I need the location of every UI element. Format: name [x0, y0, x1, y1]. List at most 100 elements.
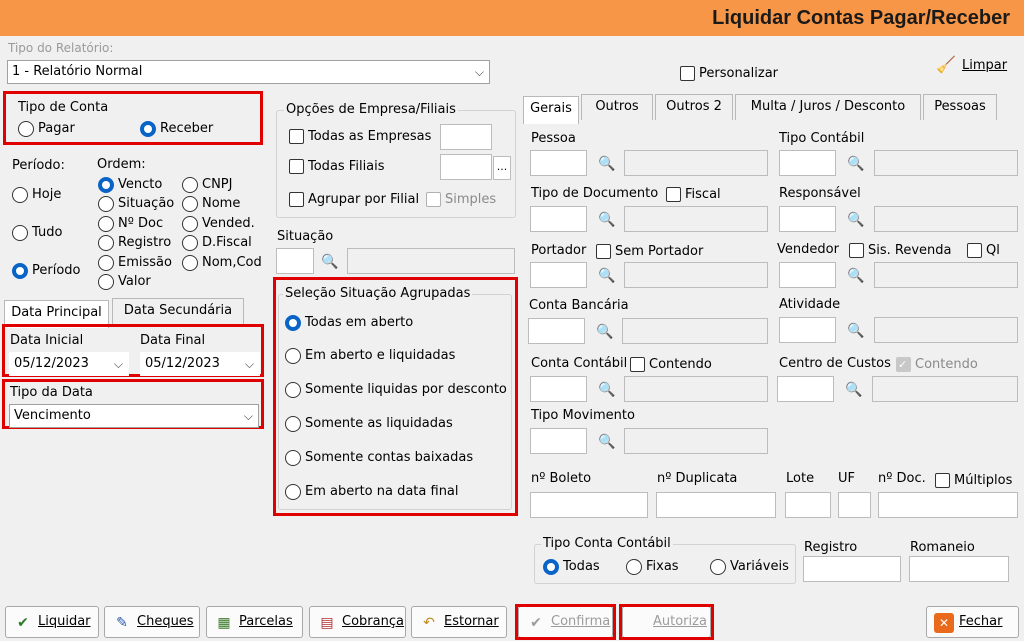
tab-gerais[interactable]: Gerais [523, 96, 579, 124]
multiplos-checkbox[interactable]: Múltiplos [935, 472, 1012, 490]
radio-hoje[interactable]: Hoje [12, 186, 61, 204]
window-title: Liquidar Contas Pagar/Receber [712, 7, 1010, 29]
data-inicial-input[interactable]: 05/12/2023 ⌵ [9, 352, 129, 376]
radio-ordem-vencto[interactable]: Vencto [98, 176, 162, 194]
radio-selecao-1[interactable]: Em aberto e liquidadas [285, 347, 455, 365]
responsavel-code-input[interactable] [779, 206, 836, 232]
radio-selecao-4[interactable]: Somente contas baixadas [285, 449, 473, 467]
radio-selecao-3[interactable]: Somente as liquidadas [285, 415, 453, 433]
radio-selecao-5[interactable]: Em aberto na data final [285, 483, 459, 501]
binoculars-icon[interactable]: 🔍 [596, 210, 618, 230]
binoculars-icon[interactable]: 🔍 [845, 321, 867, 341]
contendo-checkbox[interactable]: Contendo [630, 356, 712, 374]
empresa-input[interactable] [440, 124, 492, 150]
tab-pessoas[interactable]: Pessoas [923, 94, 997, 120]
radio-variaveis[interactable]: Variáveis [710, 558, 789, 576]
n-duplicata-input[interactable] [656, 492, 776, 518]
vendedor-code-input[interactable] [779, 262, 836, 288]
uf-input[interactable] [838, 492, 871, 518]
liquidar-button[interactable]: ✔ Liquidar [5, 606, 99, 638]
radio-selecao-2[interactable]: Somente liquidas por desconto [285, 381, 507, 399]
tab-data-secundaria[interactable]: Data Secundária [112, 298, 244, 324]
personalizar-checkbox[interactable]: Personalizar [680, 65, 778, 83]
tab-outros-2[interactable]: Outros 2 [655, 94, 733, 120]
n-doc-input[interactable] [878, 492, 1018, 518]
binoculars-icon[interactable]: 🔍 [596, 432, 618, 452]
radio-pagar[interactable]: Pagar [18, 120, 75, 138]
radio-selecao-0[interactable]: Todas em aberto [285, 314, 413, 332]
tipo-contabil-code-input[interactable] [779, 150, 836, 176]
cobranca-button[interactable]: ▤ Cobrança [309, 606, 406, 638]
sis-revenda-checkbox[interactable]: Sis. Revenda [849, 242, 952, 260]
close-icon: ✕ [934, 613, 954, 633]
ql-checkbox[interactable]: Ql [967, 242, 1000, 260]
chevron-down-icon: ⌵ [474, 65, 484, 79]
binoculars-icon[interactable]: 🔍 [596, 266, 618, 286]
romaneio-input[interactable] [909, 556, 1009, 582]
radio-ordem-emissao[interactable]: Emissão [98, 254, 172, 272]
binoculars-icon[interactable]: 🔍 [843, 380, 865, 400]
atividade-code-input[interactable] [779, 317, 836, 343]
radio-periodo[interactable]: Período [12, 262, 81, 280]
todas-empresas-checkbox[interactable]: Todas as Empresas [289, 128, 431, 146]
binoculars-icon[interactable]: 🔍 [596, 380, 618, 400]
simples-checkbox[interactable]: Simples [426, 191, 496, 209]
data-final-input[interactable]: 05/12/2023 ⌵ [140, 352, 260, 376]
binoculars-icon[interactable]: 🔍 [596, 154, 618, 174]
romaneio-label: Romaneio [910, 540, 975, 555]
radio-ordem-vended[interactable]: Vended. [182, 215, 255, 233]
radio-ordem-nome[interactable]: Nome [182, 195, 240, 213]
radio-ordem-cnpj[interactable]: CNPJ [182, 176, 232, 194]
radio-ordem-dfiscal[interactable]: D.Fiscal [182, 234, 252, 252]
tipo-data-select[interactable]: Vencimento ⌵ [9, 404, 259, 428]
binoculars-icon[interactable]: 🔍 [845, 266, 867, 286]
todas-filiais-checkbox[interactable]: Todas Filiais [289, 158, 385, 176]
estornar-button[interactable]: ↶ Estornar [411, 606, 507, 638]
binoculars-icon[interactable]: 🔍 [319, 252, 341, 272]
filial-input[interactable] [440, 154, 492, 180]
tab-outros[interactable]: Outros [581, 94, 653, 120]
tipo-documento-label: Tipo de Documento [531, 186, 659, 201]
cheques-button[interactable]: ✎ Cheques [104, 606, 200, 638]
binoculars-icon[interactable]: 🔍 [845, 210, 867, 230]
radio-tudo[interactable]: Tudo [12, 224, 62, 242]
filial-lookup-button[interactable]: ... [493, 156, 511, 180]
binoculars-icon[interactable]: 🔍 [845, 154, 867, 174]
tipo-movimento-desc-input [624, 428, 768, 454]
conta-bancaria-code-input[interactable] [528, 318, 585, 344]
radio-ordem-ndoc[interactable]: Nº Doc [98, 215, 163, 233]
tipo-contabil-label: Tipo Contábil [779, 131, 865, 146]
radio-ordem-registro[interactable]: Registro [98, 234, 171, 252]
parcelas-button[interactable]: ▦ Parcelas [206, 606, 303, 638]
radio-receber[interactable]: Receber [140, 120, 213, 138]
n-boleto-input[interactable] [530, 492, 648, 518]
sem-portador-checkbox[interactable]: Sem Portador [596, 243, 703, 261]
lote-input[interactable] [785, 492, 831, 518]
tab-multa-juros-desconto[interactable]: Multa / Juros / Desconto [735, 94, 921, 120]
portador-code-input[interactable] [530, 262, 587, 288]
situacao-code-input[interactable] [276, 248, 314, 274]
radio-ordem-situacao[interactable]: Situação [98, 195, 174, 213]
relatorio-select[interactable]: 1 - Relatório Normal ⌵ [7, 60, 490, 84]
tipo-documento-code-input[interactable] [530, 206, 587, 232]
tipo-movimento-code-input[interactable] [530, 428, 587, 454]
liquidar-label: Liquidar [38, 614, 91, 629]
radio-todas[interactable]: Todas [543, 558, 600, 576]
conta-contabil-code-input[interactable] [530, 376, 587, 402]
radio-ordem-valor[interactable]: Valor [98, 273, 151, 291]
highlight-autoriza [619, 604, 714, 640]
radio-ordem-nomcod[interactable]: Nom,Cod [182, 254, 262, 272]
registro-label: Registro [804, 540, 858, 555]
radio-fixas[interactable]: Fixas [626, 558, 679, 576]
contendo-centro-checkbox[interactable]: Contendo [896, 356, 978, 374]
binoculars-icon[interactable]: 🔍 [594, 322, 616, 342]
centro-custos-code-input[interactable] [777, 376, 834, 402]
agrupar-filial-checkbox[interactable]: Agrupar por Filial [289, 191, 419, 209]
tipo-data-label: Tipo da Data [10, 385, 93, 400]
cheques-label: Cheques [137, 614, 194, 629]
fiscal-checkbox[interactable]: Fiscal [666, 186, 721, 204]
limpar-button[interactable]: Limpar [962, 58, 1007, 73]
fechar-button[interactable]: ✕ Fechar [926, 606, 1019, 638]
registro-input[interactable] [803, 556, 901, 582]
pessoa-code-input[interactable] [530, 150, 587, 176]
